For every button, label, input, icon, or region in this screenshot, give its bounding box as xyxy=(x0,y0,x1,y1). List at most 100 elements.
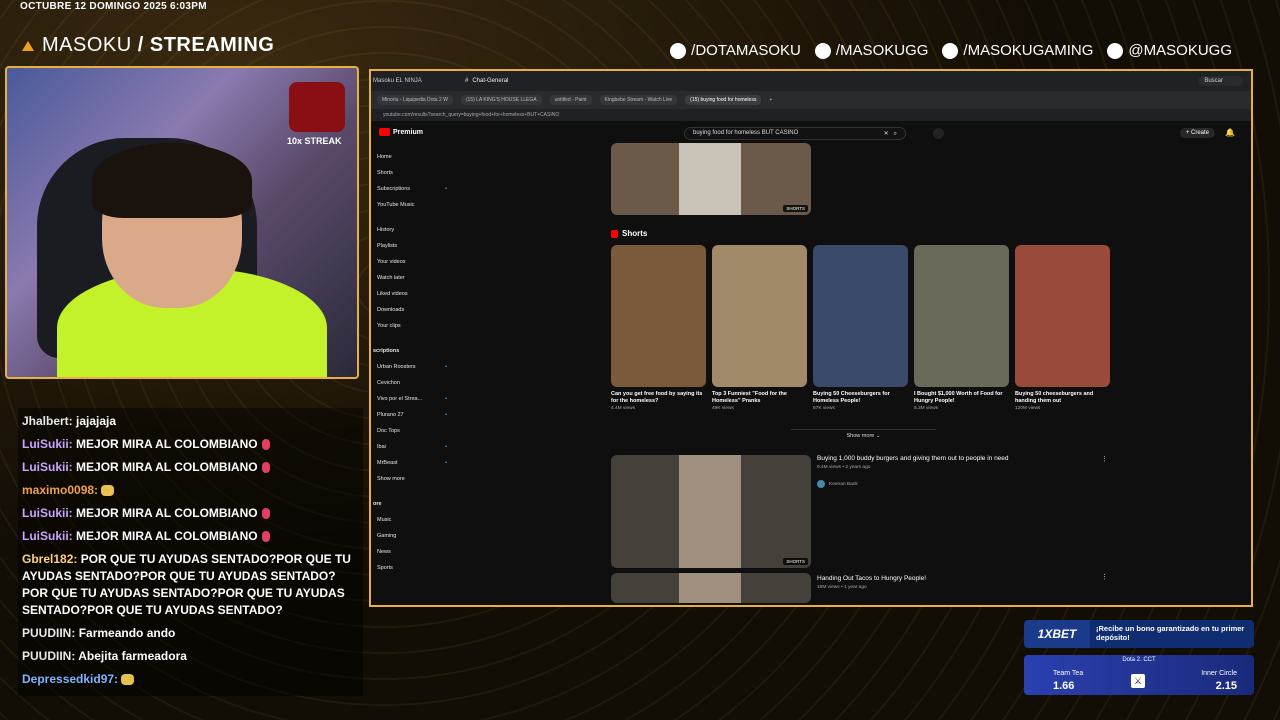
youtube-logo[interactable]: Premium xyxy=(379,128,423,136)
browser-tab[interactable]: Minoriu - Liquipedia Dota 2 W xyxy=(377,95,453,105)
chat-username[interactable]: Jhalbert: xyxy=(22,414,73,428)
sidebar-item[interactable]: Vivo por el Strea... • xyxy=(377,391,447,407)
hash-icon: # xyxy=(465,78,469,84)
sidebar-item[interactable]: scriptions xyxy=(373,343,447,359)
create-button[interactable]: + Create xyxy=(1179,128,1215,138)
channel-avatar[interactable] xyxy=(817,480,825,488)
odds-a: 1.66 xyxy=(1053,680,1075,692)
show-more-button[interactable]: Show more ⌄ xyxy=(791,429,936,441)
sidebar-item[interactable]: Cevichon xyxy=(377,375,447,391)
chat-username[interactable]: LuiSukii: xyxy=(22,506,73,520)
video-thumbnail[interactable]: SHORTS xyxy=(611,455,811,568)
sidebar-divider xyxy=(377,213,447,222)
browser-tab[interactable]: Kingbebe Stream - Watch Live xyxy=(599,95,678,105)
window-title: Masoku EL NINJA xyxy=(373,78,422,84)
chat-username[interactable]: maximo0098: xyxy=(22,483,98,497)
chat-username[interactable]: LuiSukii: xyxy=(22,460,73,474)
search-query: buying food for homeless BUT CASINO xyxy=(693,130,799,136)
short-views: 120M views xyxy=(1015,406,1041,411)
chat-message: LuiSukii: MEJOR MIRA AL COLOMBIANO xyxy=(22,459,352,476)
sidebar-item[interactable]: Doc Tops xyxy=(377,423,447,439)
video-title[interactable]: Buying 1,000 buddy burgers and giving th… xyxy=(817,455,1009,462)
brand-name: MASOKU xyxy=(42,34,132,56)
short-card[interactable]: Buying 50 Cheeseburgers for Homeless Peo… xyxy=(813,245,908,411)
address-bar[interactable]: youtube.com/results?search_query=buying+… xyxy=(371,109,1251,121)
notifications-icon[interactable]: 🔔 xyxy=(1225,128,1235,137)
betting-banner[interactable]: 1XBET ¡Recibe un bono garantizado en tu … xyxy=(1024,620,1254,648)
video-thumbnail[interactable]: SHORTS xyxy=(611,143,811,215)
short-title[interactable]: I Bought $1,000 Worth of Food for Hungry… xyxy=(914,391,1009,405)
sidebar-item[interactable]: ore xyxy=(373,496,447,512)
short-card[interactable]: Can you get free food by saying its for … xyxy=(611,245,706,411)
sidebar-item[interactable]: Home xyxy=(377,149,447,165)
sidebar-item[interactable]: Playlists xyxy=(377,238,447,254)
chat-username[interactable]: LuiSukii: xyxy=(22,529,73,543)
sidebar-item[interactable]: Your videos xyxy=(377,254,447,270)
more-options-icon[interactable]: ⋮ xyxy=(1101,455,1108,463)
sidebar-item[interactable]: Music xyxy=(377,512,447,528)
short-thumbnail[interactable] xyxy=(712,245,807,387)
sidebar-item[interactable]: News xyxy=(377,544,447,560)
search-field[interactable]: Buscar xyxy=(1198,76,1243,86)
video-thumbnail[interactable] xyxy=(611,573,811,603)
sidebar-item[interactable]: Subscriptions • xyxy=(377,181,447,197)
new-tab-icon[interactable]: + xyxy=(769,97,772,103)
sidebar-item[interactable]: Plurano 27 • xyxy=(377,407,447,423)
sidebar-item[interactable]: Sports xyxy=(377,560,447,576)
short-thumbnail[interactable] xyxy=(611,245,706,387)
chat-username[interactable]: LuiSukii: xyxy=(22,437,73,451)
emote-icon xyxy=(261,531,270,543)
shorts-badge: SHORTS xyxy=(783,205,808,212)
video-stats: 18M views • 1 year ago xyxy=(817,585,867,590)
video-title[interactable]: Handing Out Tacos to Hungry People! xyxy=(817,575,926,582)
channel-name[interactable]: Keenan Bank xyxy=(829,482,858,487)
shorts-shelf: Can you get free food by saying its for … xyxy=(611,245,1110,411)
short-title[interactable]: Top 3 Funniest "Food for the Homeless" P… xyxy=(712,391,807,405)
sidebar-item[interactable]: Downloads xyxy=(377,302,447,318)
chat-text: Farmeando ando xyxy=(78,626,176,640)
search-input[interactable]: buying food for homeless BUT CASINO ✕ ⌕ xyxy=(684,127,906,140)
sidebar-item[interactable]: Your clips xyxy=(377,318,447,334)
clear-icon[interactable]: ✕ xyxy=(884,131,889,137)
short-title[interactable]: Buying 50 Cheeseburgers for Homeless Peo… xyxy=(813,391,908,405)
shorts-shelf-title: Shorts xyxy=(611,229,647,238)
team-a: Team Tea xyxy=(1053,670,1084,677)
social-handle: /MASOKUGG xyxy=(835,42,929,59)
sidebar-item[interactable]: Urban Roosters • xyxy=(377,359,447,375)
search-icon[interactable]: ⌕ xyxy=(894,131,897,137)
short-card[interactable]: I Bought $1,000 Worth of Food for Hungry… xyxy=(914,245,1009,411)
sidebar-item[interactable]: Watch later xyxy=(377,270,447,286)
short-card[interactable]: Buying 50 cheeseburgers and handing them… xyxy=(1015,245,1110,411)
social-link: /DOTAMASOKU xyxy=(670,42,801,59)
sidebar-item[interactable]: Gaming xyxy=(377,528,447,544)
sidebar-divider xyxy=(377,334,447,343)
social-link: /MASOKUGAMING xyxy=(942,42,1093,59)
sidebar-item[interactable]: History xyxy=(377,222,447,238)
short-thumbnail[interactable] xyxy=(1015,245,1110,387)
more-options-icon[interactable]: ⋮ xyxy=(1101,573,1108,581)
short-thumbnail[interactable] xyxy=(813,245,908,387)
short-title[interactable]: Can you get free food by saying its for … xyxy=(611,391,706,405)
sidebar-item[interactable]: YouTube Music xyxy=(377,197,447,213)
match-odds-card[interactable]: Dota 2. CCT Team Tea 1.66 ⚔ Inner Circle… xyxy=(1024,655,1254,695)
instagram-icon xyxy=(814,42,831,59)
short-thumbnail[interactable] xyxy=(914,245,1009,387)
browser-tab[interactable]: (15) buying food for homeless xyxy=(685,95,762,105)
microphone-icon[interactable] xyxy=(933,128,944,139)
chat-username[interactable]: Gbrel182: xyxy=(22,552,77,566)
browser-tab[interactable]: untitled - Paint xyxy=(549,95,592,105)
chat-username[interactable]: PUUDIIN: xyxy=(22,626,75,640)
chat-username[interactable]: PUUDIIN: xyxy=(22,649,75,663)
sidebar-item[interactable]: Show more xyxy=(377,471,447,487)
short-title[interactable]: Buying 50 cheeseburgers and handing them… xyxy=(1015,391,1110,405)
live-dot-icon: • xyxy=(445,364,447,370)
chat-username[interactable]: Depressedkid97: xyxy=(22,672,118,686)
versus-icon: ⚔ xyxy=(1131,674,1145,688)
short-card[interactable]: Top 3 Funniest "Food for the Homeless" P… xyxy=(712,245,807,411)
sidebar-item[interactable]: Liked videos xyxy=(377,286,447,302)
short-views: 49K views xyxy=(712,406,734,411)
sidebar-item[interactable]: Shorts xyxy=(377,165,447,181)
browser-tab[interactable]: (15) LA KING'S HOUSE LLEGA xyxy=(460,95,542,105)
sidebar-item[interactable]: Ibai • xyxy=(377,439,447,455)
sidebar-item[interactable]: MrBeast • xyxy=(377,455,447,471)
